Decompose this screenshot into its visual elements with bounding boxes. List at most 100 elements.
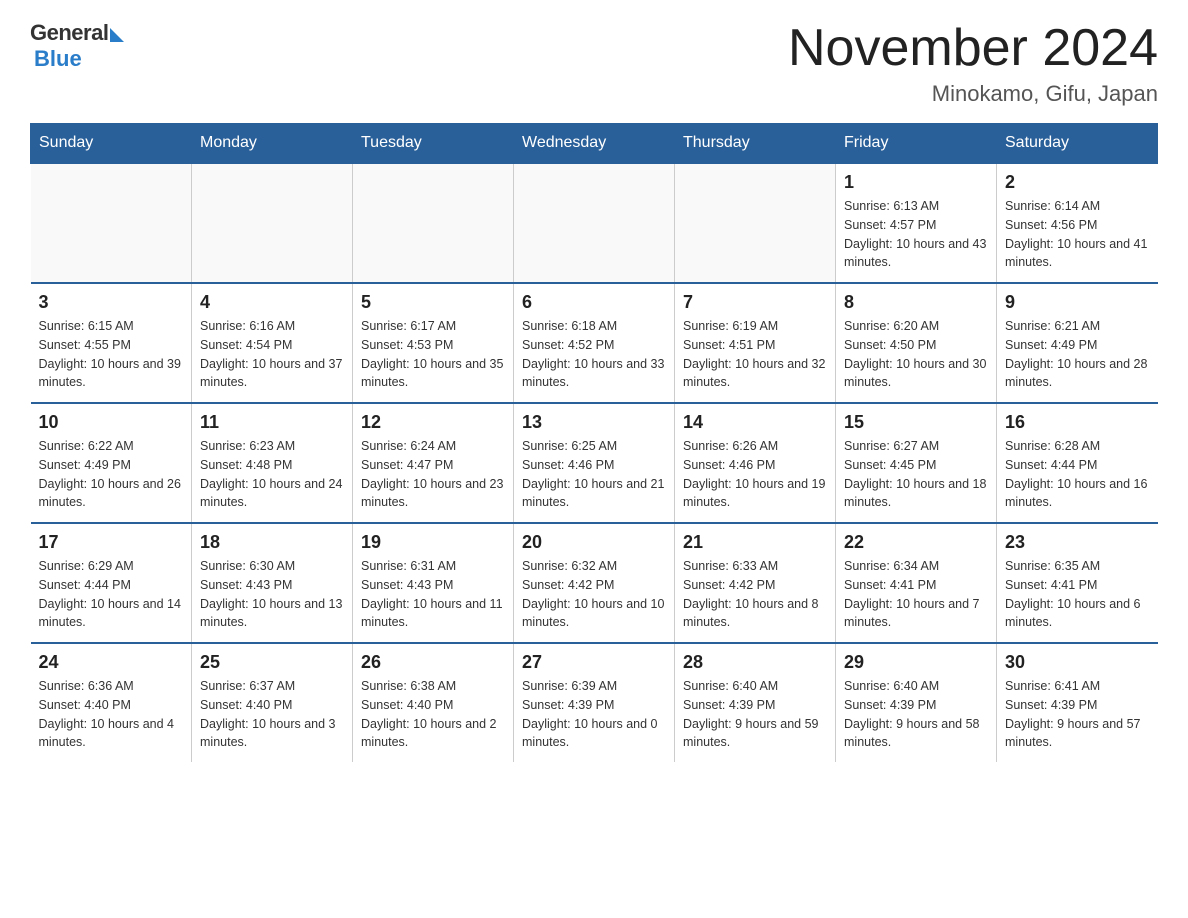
calendar-cell: 4Sunrise: 6:16 AMSunset: 4:54 PMDaylight…	[192, 283, 353, 403]
calendar-cell: 13Sunrise: 6:25 AMSunset: 4:46 PMDayligh…	[514, 403, 675, 523]
day-number: 11	[200, 412, 344, 433]
day-info: Sunrise: 6:20 AMSunset: 4:50 PMDaylight:…	[844, 317, 988, 392]
calendar-cell: 2 Sunrise: 6:14 AMSunset: 4:56 PMDaylight…	[997, 163, 1158, 283]
calendar-cell: 24 Sunrise: 6:36 AMSunset: 4:40 PMDayligh…	[31, 643, 192, 762]
calendar-title: November 2024	[788, 20, 1158, 77]
day-info: Sunrise: 6:38 AMSunset: 4:40 PMDaylight:…	[361, 677, 505, 752]
calendar-cell: 18 Sunrise: 6:30 AMSunset: 4:43 PMDayligh…	[192, 523, 353, 643]
day-info: Sunrise: 6:32 AMSunset: 4:42 PMDaylight:…	[522, 557, 666, 632]
header-sunday: Sunday	[31, 124, 192, 164]
day-number: 26	[361, 652, 505, 673]
day-info: Sunrise: 6:37 AMSunset: 4:40 PMDaylight:…	[200, 677, 344, 752]
day-info: Sunrise: 6:25 AMSunset: 4:46 PMDaylight:…	[522, 437, 666, 512]
day-info: Sunrise: 6:19 AMSunset: 4:51 PMDaylight:…	[683, 317, 827, 392]
day-info: Sunrise: 6:40 AMSunset: 4:39 PMDaylight:…	[844, 677, 988, 752]
day-info: Sunrise: 6:36 AMSunset: 4:40 PMDaylight:…	[39, 677, 184, 752]
logo: General Blue	[30, 20, 124, 72]
day-number: 3	[39, 292, 184, 313]
calendar-cell: 15 Sunrise: 6:27 AMSunset: 4:45 PMDayligh…	[836, 403, 997, 523]
day-info: Sunrise: 6:30 AMSunset: 4:43 PMDaylight:…	[200, 557, 344, 632]
day-number: 16	[1005, 412, 1150, 433]
day-number: 15	[844, 412, 988, 433]
header-wednesday: Wednesday	[514, 124, 675, 164]
calendar-cell: 19Sunrise: 6:31 AMSunset: 4:43 PMDayligh…	[353, 523, 514, 643]
calendar-cell	[192, 163, 353, 283]
day-info: Sunrise: 6:17 AMSunset: 4:53 PMDaylight:…	[361, 317, 505, 392]
calendar-week-row: 3 Sunrise: 6:15 AMSunset: 4:55 PMDaylight…	[31, 283, 1158, 403]
day-number: 23	[1005, 532, 1150, 553]
calendar-cell: 28Sunrise: 6:40 AMSunset: 4:39 PMDayligh…	[675, 643, 836, 762]
day-number: 19	[361, 532, 505, 553]
day-info: Sunrise: 6:39 AMSunset: 4:39 PMDaylight:…	[522, 677, 666, 752]
day-info: Sunrise: 6:23 AMSunset: 4:48 PMDaylight:…	[200, 437, 344, 512]
day-info: Sunrise: 6:24 AMSunset: 4:47 PMDaylight:…	[361, 437, 505, 512]
calendar-week-row: 1 Sunrise: 6:13 AMSunset: 4:57 PMDaylight…	[31, 163, 1158, 283]
calendar-cell: 22 Sunrise: 6:34 AMSunset: 4:41 PMDayligh…	[836, 523, 997, 643]
header-thursday: Thursday	[675, 124, 836, 164]
header-tuesday: Tuesday	[353, 124, 514, 164]
logo-general-text: General	[30, 20, 108, 46]
day-info: Sunrise: 6:26 AMSunset: 4:46 PMDaylight:…	[683, 437, 827, 512]
day-number: 21	[683, 532, 827, 553]
day-info: Sunrise: 6:34 AMSunset: 4:41 PMDaylight:…	[844, 557, 988, 632]
logo-arrow-icon	[110, 28, 124, 42]
day-info: Sunrise: 6:35 AMSunset: 4:41 PMDaylight:…	[1005, 557, 1150, 632]
calendar-cell: 10Sunrise: 6:22 AMSunset: 4:49 PMDayligh…	[31, 403, 192, 523]
calendar-header-row: SundayMondayTuesdayWednesdayThursdayFrid…	[31, 124, 1158, 164]
calendar-cell: 25 Sunrise: 6:37 AMSunset: 4:40 PMDayligh…	[192, 643, 353, 762]
calendar-cell: 14 Sunrise: 6:26 AMSunset: 4:46 PMDayligh…	[675, 403, 836, 523]
calendar-cell: 11 Sunrise: 6:23 AMSunset: 4:48 PMDayligh…	[192, 403, 353, 523]
calendar-cell: 9 Sunrise: 6:21 AMSunset: 4:49 PMDaylight…	[997, 283, 1158, 403]
calendar-cell	[31, 163, 192, 283]
day-info: Sunrise: 6:21 AMSunset: 4:49 PMDaylight:…	[1005, 317, 1150, 392]
day-info: Sunrise: 6:29 AMSunset: 4:44 PMDaylight:…	[39, 557, 184, 632]
day-number: 29	[844, 652, 988, 673]
day-number: 8	[844, 292, 988, 313]
day-info: Sunrise: 6:15 AMSunset: 4:55 PMDaylight:…	[39, 317, 184, 392]
day-number: 17	[39, 532, 184, 553]
day-number: 14	[683, 412, 827, 433]
calendar-cell: 20 Sunrise: 6:32 AMSunset: 4:42 PMDayligh…	[514, 523, 675, 643]
header-monday: Monday	[192, 124, 353, 164]
day-info: Sunrise: 6:27 AMSunset: 4:45 PMDaylight:…	[844, 437, 988, 512]
day-number: 18	[200, 532, 344, 553]
day-number: 22	[844, 532, 988, 553]
day-number: 25	[200, 652, 344, 673]
calendar-cell: 7 Sunrise: 6:19 AMSunset: 4:51 PMDaylight…	[675, 283, 836, 403]
day-info: Sunrise: 6:40 AMSunset: 4:39 PMDaylight:…	[683, 677, 827, 752]
day-info: Sunrise: 6:18 AMSunset: 4:52 PMDaylight:…	[522, 317, 666, 392]
day-number: 9	[1005, 292, 1150, 313]
day-number: 24	[39, 652, 184, 673]
calendar-cell: 3 Sunrise: 6:15 AMSunset: 4:55 PMDaylight…	[31, 283, 192, 403]
calendar-table: SundayMondayTuesdayWednesdayThursdayFrid…	[30, 123, 1158, 762]
day-number: 4	[200, 292, 344, 313]
day-number: 10	[39, 412, 184, 433]
calendar-subtitle: Minokamo, Gifu, Japan	[788, 81, 1158, 107]
calendar-cell: 5 Sunrise: 6:17 AMSunset: 4:53 PMDaylight…	[353, 283, 514, 403]
calendar-cell	[353, 163, 514, 283]
calendar-cell: 30 Sunrise: 6:41 AMSunset: 4:39 PMDayligh…	[997, 643, 1158, 762]
calendar-cell: 29 Sunrise: 6:40 AMSunset: 4:39 PMDayligh…	[836, 643, 997, 762]
day-info: Sunrise: 6:28 AMSunset: 4:44 PMDaylight:…	[1005, 437, 1150, 512]
day-number: 1	[844, 172, 988, 193]
day-number: 7	[683, 292, 827, 313]
calendar-cell: 23 Sunrise: 6:35 AMSunset: 4:41 PMDayligh…	[997, 523, 1158, 643]
calendar-cell: 17 Sunrise: 6:29 AMSunset: 4:44 PMDayligh…	[31, 523, 192, 643]
day-number: 20	[522, 532, 666, 553]
calendar-cell: 8 Sunrise: 6:20 AMSunset: 4:50 PMDaylight…	[836, 283, 997, 403]
header-saturday: Saturday	[997, 124, 1158, 164]
calendar-cell: 27Sunrise: 6:39 AMSunset: 4:39 PMDayligh…	[514, 643, 675, 762]
day-info: Sunrise: 6:13 AMSunset: 4:57 PMDaylight:…	[844, 197, 988, 272]
calendar-cell: 6Sunrise: 6:18 AMSunset: 4:52 PMDaylight…	[514, 283, 675, 403]
header-friday: Friday	[836, 124, 997, 164]
calendar-cell: 12 Sunrise: 6:24 AMSunset: 4:47 PMDayligh…	[353, 403, 514, 523]
day-info: Sunrise: 6:14 AMSunset: 4:56 PMDaylight:…	[1005, 197, 1150, 272]
day-number: 12	[361, 412, 505, 433]
day-number: 2	[1005, 172, 1150, 193]
calendar-week-row: 10Sunrise: 6:22 AMSunset: 4:49 PMDayligh…	[31, 403, 1158, 523]
day-number: 30	[1005, 652, 1150, 673]
day-number: 5	[361, 292, 505, 313]
page-header: General Blue November 2024 Minokamo, Gif…	[30, 20, 1158, 107]
day-info: Sunrise: 6:41 AMSunset: 4:39 PMDaylight:…	[1005, 677, 1150, 752]
title-block: November 2024 Minokamo, Gifu, Japan	[788, 20, 1158, 107]
